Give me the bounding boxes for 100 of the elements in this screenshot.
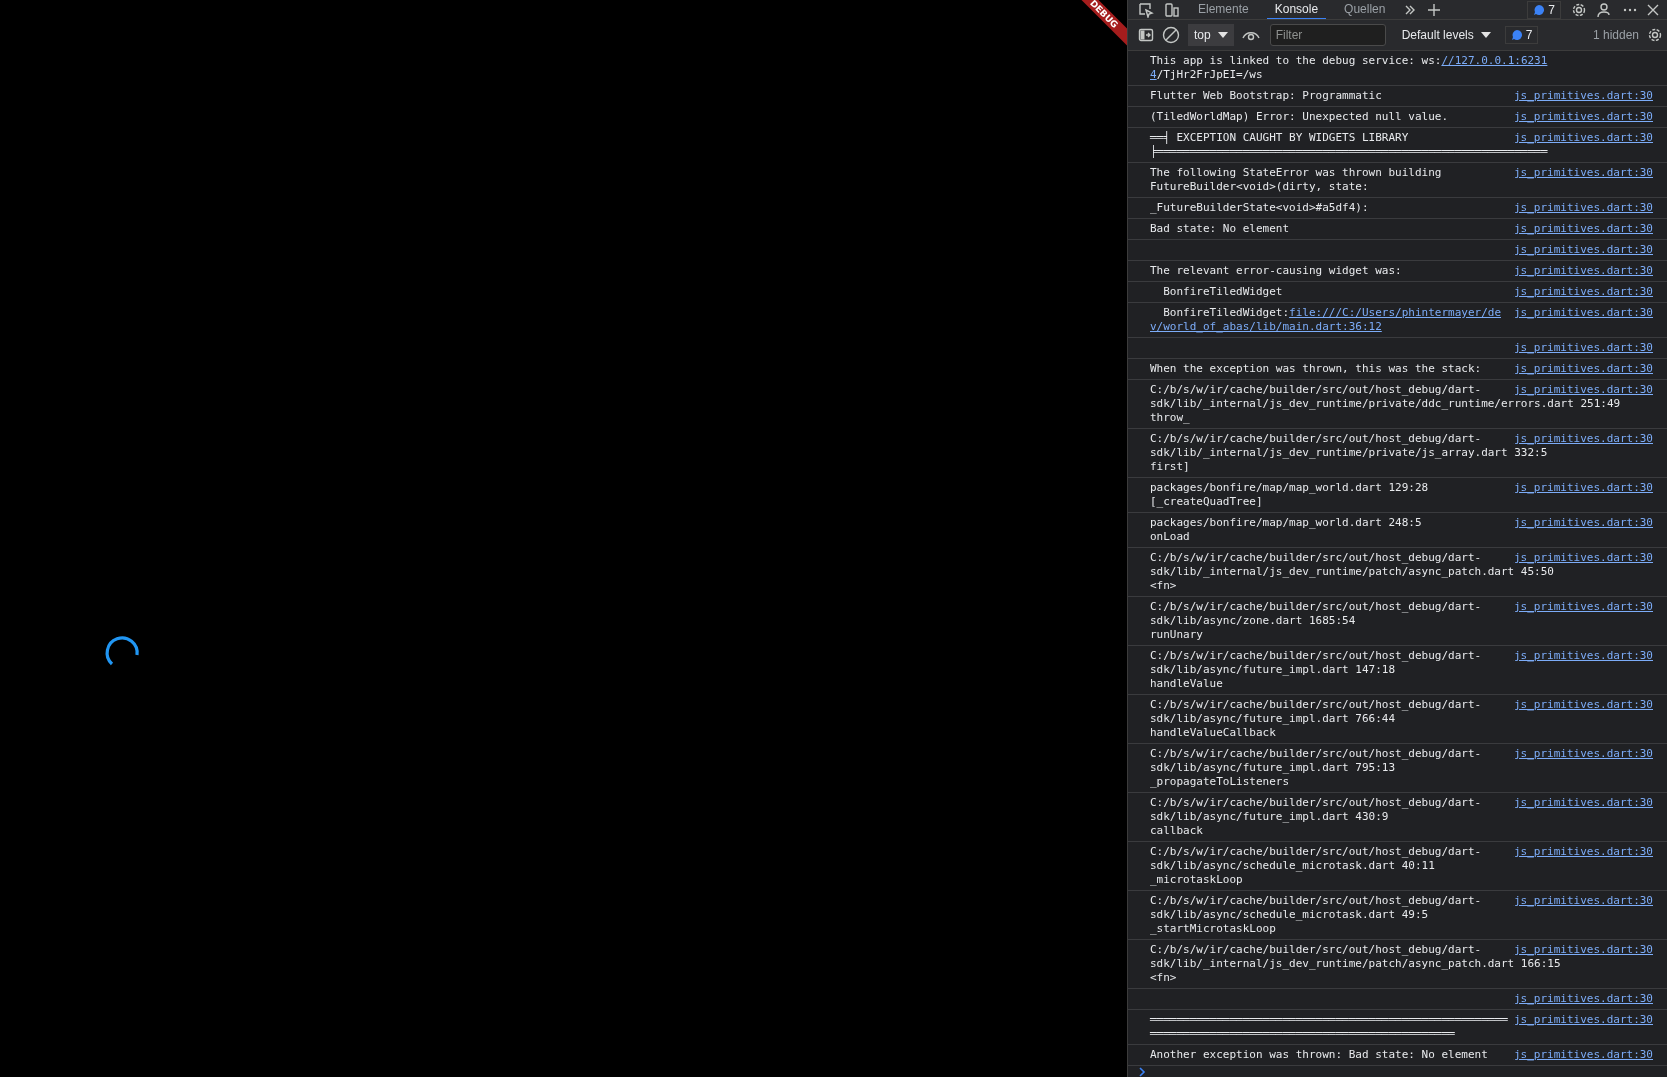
source-link[interactable]: js_primitives.dart:30 — [1513, 992, 1653, 1006]
console-message-line: sdk/lib/async/schedule_microtask.dart 40:11 — [1150, 859, 1435, 873]
panel-tab[interactable]: Elemente — [1190, 0, 1257, 19]
console-message-line: sdk/lib/async/schedule_microtask.dart 49:5 — [1150, 908, 1429, 922]
source-link[interactable]: js_primitives.dart:30 — [1513, 516, 1653, 530]
source-link[interactable]: js_primitives.dart:30 — [1513, 222, 1653, 236]
source-link[interactable]: js_primitives.dart:30 — [1513, 383, 1653, 397]
issues-badge[interactable]: 7 — [1527, 0, 1561, 19]
console-message-line: C:/b/s/w/ir/cache/builder/src/out/host_debug/dart- — [1150, 747, 1482, 761]
sidebar-toggle-icon[interactable] — [1138, 27, 1154, 43]
source-link[interactable]: js_primitives.dart:30 — [1513, 166, 1653, 180]
source-link[interactable]: js_primitives.dart:30 — [1513, 1013, 1653, 1027]
source-link[interactable]: js_primitives.dart:30 — [1513, 943, 1653, 957]
console-message-line: throw_ — [1150, 411, 1190, 425]
console-message-line: sdk/lib/_internal/js_dev_runtime/private/js_array.dart 332:5 — [1150, 446, 1548, 460]
settings-icon[interactable] — [1647, 27, 1663, 43]
console-message-line: C:/b/s/w/ir/cache/builder/src/out/host_debug/dart- — [1150, 383, 1482, 397]
console-message-line: sdk/lib/_internal/js_dev_runtime/private/ddc_runtime/errors.dart 251:49 — [1150, 397, 1621, 411]
console-message-line: <fn> — [1150, 971, 1177, 985]
console-message-line: sdk/lib/_internal/js_dev_runtime/patch/async_patch.dart 166:15 — [1150, 957, 1561, 971]
console-message-line: C:/b/s/w/ir/cache/builder/src/out/host_debug/dart- — [1150, 600, 1482, 614]
inspect-icon[interactable] — [1138, 1, 1154, 18]
console-message-line: sdk/lib/async/future_impl.dart 430:9 — [1150, 810, 1389, 824]
source-link[interactable]: js_primitives.dart:30 — [1513, 649, 1653, 663]
console-message-line: (TiledWorldMap) Error: Unexpected null value. — [1150, 110, 1448, 124]
message-link[interactable]: 4 — [1150, 68, 1157, 81]
plus-icon[interactable] — [1427, 2, 1442, 17]
hidden-count: 1 hidden — [1592, 28, 1639, 42]
message-link[interactable]: v/world_of_abas/lib/main.dart:36:12 — [1150, 320, 1382, 333]
message-link[interactable]: //127.0.0.1:6231 — [1441, 54, 1548, 67]
console-message-line: 4/TjHr2FrJpEI=/ws — [1150, 68, 1263, 82]
source-link[interactable]: js_primitives.dart:30 — [1513, 747, 1653, 761]
console-message-line: The following StateError was thrown building — [1150, 166, 1442, 180]
close-icon[interactable] — [1647, 3, 1659, 16]
console-message-line: BonfireTiledWidget — [1162, 285, 1283, 299]
console-message-line: [_createQuadTree] — [1150, 495, 1263, 509]
console-message-line: This app is linked to the debug service: ws://127.0.0.1:6231 — [1150, 54, 1548, 68]
console-message-line: handleValue — [1150, 677, 1223, 691]
console-message-line: C:/b/s/w/ir/cache/builder/src/out/host_debug/dart- — [1150, 796, 1482, 810]
console-message-line: packages/bonfire/map/map_world.dart 129:28 — [1150, 481, 1429, 495]
message-icon — [1510, 29, 1523, 41]
console-message-line: _microtaskLoop — [1150, 873, 1243, 887]
console-message-line: first] — [1150, 460, 1190, 474]
console-message-line: C:/b/s/w/ir/cache/builder/src/out/host_debug/dart- — [1150, 698, 1482, 712]
levels-dropdown[interactable]: Default levels — [1393, 28, 1497, 42]
device-icon[interactable] — [1164, 1, 1180, 18]
console-message-line: When the exception was thrown, this was the stack: — [1150, 362, 1482, 376]
panel-tab[interactable]: Quellen — [1336, 0, 1394, 19]
console-message-line: runUnary — [1150, 628, 1203, 642]
source-link[interactable]: js_primitives.dart:30 — [1513, 201, 1653, 215]
context-dropdown[interactable]: top — [1188, 24, 1234, 46]
console-message-line: BonfireTiledWidget:file:///C:/Users/phintermayer/de — [1162, 306, 1501, 320]
message-link[interactable]: file:///C:/Users/phintermayer/de — [1289, 306, 1501, 319]
console-message-line: The relevant error-causing widget was: — [1150, 264, 1402, 278]
prompt-chevron-icon[interactable] — [1138, 1067, 1146, 1077]
source-link[interactable]: js_primitives.dart:30 — [1513, 131, 1653, 145]
source-link[interactable]: js_primitives.dart:30 — [1513, 362, 1653, 376]
source-link[interactable]: js_primitives.dart:30 — [1513, 796, 1653, 810]
console-message-line: C:/b/s/w/ir/cache/builder/src/out/host_debug/dart- — [1150, 551, 1482, 565]
source-link[interactable]: js_primitives.dart:30 — [1513, 845, 1653, 859]
console-message-line: _FutureBuilderState<void>#a5df4): — [1150, 201, 1369, 215]
console-message-line: Flutter Web Bootstrap: Programmatic — [1150, 89, 1382, 103]
source-link[interactable]: js_primitives.dart:30 — [1513, 285, 1653, 299]
source-link[interactable]: js_primitives.dart:30 — [1513, 432, 1653, 446]
clear-console-icon[interactable] — [1162, 26, 1180, 44]
source-link[interactable]: js_primitives.dart:30 — [1513, 264, 1653, 278]
filter-field[interactable]: Filter — [1269, 24, 1386, 46]
person-icon[interactable] — [1597, 1, 1613, 18]
source-link[interactable]: js_primitives.dart:30 — [1513, 698, 1653, 712]
message-icon — [1533, 3, 1546, 16]
console-message-line: Another exception was thrown: Bad state: No element — [1150, 1048, 1488, 1062]
source-link[interactable]: js_primitives.dart:30 — [1513, 110, 1653, 124]
console-message-line: callback — [1150, 824, 1203, 838]
console-message-line: _startMicrotaskLoop — [1150, 922, 1276, 936]
messages-badge[interactable]: 7 — [1504, 26, 1539, 44]
console-message-line: Bad state: No element — [1150, 222, 1290, 236]
console-message-line: FutureBuilder<void>(dirty, state: — [1150, 180, 1369, 194]
source-link[interactable]: js_primitives.dart:30 — [1513, 243, 1653, 257]
source-link[interactable]: js_primitives.dart:30 — [1513, 1048, 1653, 1062]
source-link[interactable]: js_primitives.dart:30 — [1513, 481, 1653, 495]
source-link[interactable]: js_primitives.dart:30 — [1513, 306, 1653, 320]
console-message-line: C:/b/s/w/ir/cache/builder/src/out/host_debug/dart- — [1150, 432, 1482, 446]
console-message-line: C:/b/s/w/ir/cache/builder/src/out/host_debug/dart- — [1150, 943, 1482, 957]
settings-icon[interactable] — [1571, 1, 1587, 18]
console-message-line: <fn> — [1150, 579, 1177, 593]
console-message-line: ╞═══════════════════════════════════════════════════════════ — [1150, 145, 1548, 159]
console-message-line: ══════════════════════════════════════════════ — [1150, 1027, 1455, 1041]
console-message-line: sdk/lib/async/future_impl.dart 795:13 — [1150, 761, 1396, 775]
source-link[interactable]: js_primitives.dart:30 — [1513, 894, 1653, 908]
source-link[interactable]: js_primitives.dart:30 — [1513, 551, 1653, 565]
console-message-line: C:/b/s/w/ir/cache/builder/src/out/host_debug/dart- — [1150, 649, 1482, 663]
console-message-line: ══════════════════════════════════════════════════════ — [1150, 1013, 1508, 1027]
console-message-line: sdk/lib/async/future_impl.dart 147:18 — [1150, 663, 1396, 677]
console-message-line: _propagateToListeners — [1150, 775, 1290, 789]
source-link[interactable]: js_primitives.dart:30 — [1513, 89, 1653, 103]
console-message-line: ══╡ EXCEPTION CAUGHT BY WIDGETS LIBRARY — [1150, 131, 1409, 144]
console-message-line: sdk/lib/async/zone.dart 1685:54 — [1150, 614, 1356, 628]
console-message-line: onLoad — [1150, 530, 1190, 544]
source-link[interactable]: js_primitives.dart:30 — [1513, 341, 1653, 355]
source-link[interactable]: js_primitives.dart:30 — [1513, 600, 1653, 614]
